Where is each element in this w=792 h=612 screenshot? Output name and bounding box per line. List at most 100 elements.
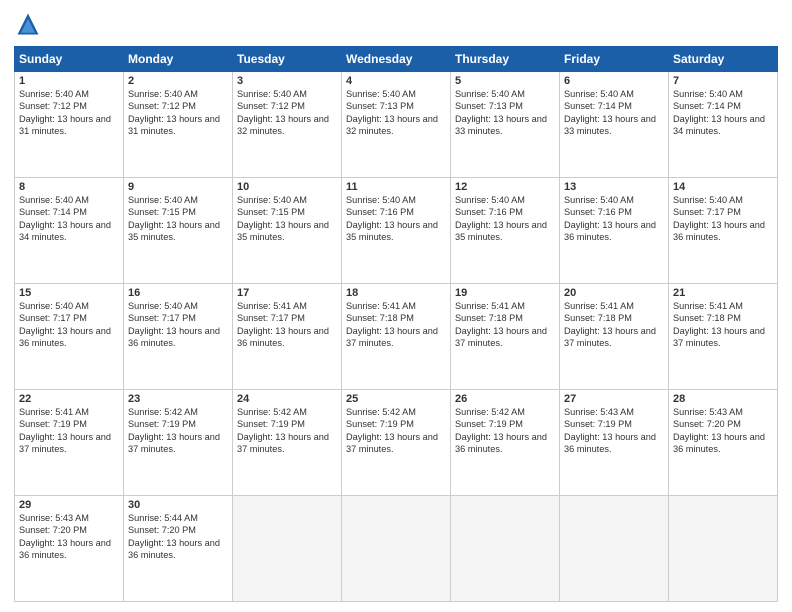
sunrise-label: Sunrise: 5:40 AM	[19, 301, 89, 311]
daylight-label: Daylight: 13 hours and 32 minutes.	[237, 114, 329, 136]
table-cell: 12 Sunrise: 5:40 AM Sunset: 7:16 PM Dayl…	[451, 178, 560, 284]
day-number: 24	[237, 393, 337, 405]
table-cell: 23 Sunrise: 5:42 AM Sunset: 7:19 PM Dayl…	[124, 390, 233, 496]
sunrise-label: Sunrise: 5:40 AM	[237, 195, 307, 205]
table-cell: 9 Sunrise: 5:40 AM Sunset: 7:15 PM Dayli…	[124, 178, 233, 284]
sunset-label: Sunset: 7:20 PM	[19, 525, 87, 535]
table-cell: 22 Sunrise: 5:41 AM Sunset: 7:19 PM Dayl…	[15, 390, 124, 496]
sunset-label: Sunset: 7:15 PM	[128, 207, 196, 217]
sunset-label: Sunset: 7:16 PM	[455, 207, 523, 217]
sunrise-label: Sunrise: 5:42 AM	[455, 407, 525, 417]
day-info: Sunrise: 5:41 AM Sunset: 7:18 PM Dayligh…	[673, 300, 773, 350]
logo-icon	[14, 10, 42, 38]
day-info: Sunrise: 5:40 AM Sunset: 7:13 PM Dayligh…	[455, 88, 555, 138]
daylight-label: Daylight: 13 hours and 37 minutes.	[346, 432, 438, 454]
day-info: Sunrise: 5:40 AM Sunset: 7:16 PM Dayligh…	[455, 194, 555, 244]
table-cell: 29 Sunrise: 5:43 AM Sunset: 7:20 PM Dayl…	[15, 496, 124, 602]
daylight-label: Daylight: 13 hours and 34 minutes.	[673, 114, 765, 136]
table-cell: 30 Sunrise: 5:44 AM Sunset: 7:20 PM Dayl…	[124, 496, 233, 602]
table-cell: 14 Sunrise: 5:40 AM Sunset: 7:17 PM Dayl…	[669, 178, 778, 284]
day-number: 9	[128, 181, 228, 193]
sunset-label: Sunset: 7:19 PM	[455, 419, 523, 429]
table-cell: 3 Sunrise: 5:40 AM Sunset: 7:12 PM Dayli…	[233, 72, 342, 178]
sunrise-label: Sunrise: 5:42 AM	[128, 407, 198, 417]
day-info: Sunrise: 5:40 AM Sunset: 7:14 PM Dayligh…	[673, 88, 773, 138]
calendar-row: 8 Sunrise: 5:40 AM Sunset: 7:14 PM Dayli…	[15, 178, 778, 284]
day-info: Sunrise: 5:40 AM Sunset: 7:17 PM Dayligh…	[19, 300, 119, 350]
table-cell: 27 Sunrise: 5:43 AM Sunset: 7:19 PM Dayl…	[560, 390, 669, 496]
sunrise-label: Sunrise: 5:40 AM	[237, 89, 307, 99]
daylight-label: Daylight: 13 hours and 36 minutes.	[128, 326, 220, 348]
table-cell: 5 Sunrise: 5:40 AM Sunset: 7:13 PM Dayli…	[451, 72, 560, 178]
table-cell: 10 Sunrise: 5:40 AM Sunset: 7:15 PM Dayl…	[233, 178, 342, 284]
table-cell: 15 Sunrise: 5:40 AM Sunset: 7:17 PM Dayl…	[15, 284, 124, 390]
day-info: Sunrise: 5:41 AM Sunset: 7:18 PM Dayligh…	[564, 300, 664, 350]
daylight-label: Daylight: 13 hours and 36 minutes.	[19, 538, 111, 560]
sunrise-label: Sunrise: 5:40 AM	[346, 89, 416, 99]
day-number: 2	[128, 75, 228, 87]
sunset-label: Sunset: 7:18 PM	[564, 313, 632, 323]
daylight-label: Daylight: 13 hours and 34 minutes.	[19, 220, 111, 242]
day-number: 8	[19, 181, 119, 193]
day-info: Sunrise: 5:40 AM Sunset: 7:12 PM Dayligh…	[128, 88, 228, 138]
day-info: Sunrise: 5:40 AM Sunset: 7:17 PM Dayligh…	[673, 194, 773, 244]
daylight-label: Daylight: 13 hours and 33 minutes.	[564, 114, 656, 136]
daylight-label: Daylight: 13 hours and 35 minutes.	[346, 220, 438, 242]
sunset-label: Sunset: 7:17 PM	[673, 207, 741, 217]
table-cell	[669, 496, 778, 602]
sunrise-label: Sunrise: 5:40 AM	[128, 89, 198, 99]
day-info: Sunrise: 5:40 AM Sunset: 7:14 PM Dayligh…	[19, 194, 119, 244]
sunset-label: Sunset: 7:13 PM	[455, 101, 523, 111]
daylight-label: Daylight: 13 hours and 31 minutes.	[19, 114, 111, 136]
calendar-row: 1 Sunrise: 5:40 AM Sunset: 7:12 PM Dayli…	[15, 72, 778, 178]
day-number: 18	[346, 287, 446, 299]
day-info: Sunrise: 5:41 AM Sunset: 7:19 PM Dayligh…	[19, 406, 119, 456]
day-number: 29	[19, 499, 119, 511]
calendar-row: 22 Sunrise: 5:41 AM Sunset: 7:19 PM Dayl…	[15, 390, 778, 496]
sunrise-label: Sunrise: 5:42 AM	[346, 407, 416, 417]
sunrise-label: Sunrise: 5:41 AM	[455, 301, 525, 311]
sunset-label: Sunset: 7:13 PM	[346, 101, 414, 111]
sunset-label: Sunset: 7:16 PM	[564, 207, 632, 217]
table-cell: 18 Sunrise: 5:41 AM Sunset: 7:18 PM Dayl…	[342, 284, 451, 390]
sunset-label: Sunset: 7:16 PM	[346, 207, 414, 217]
calendar-table: Sunday Monday Tuesday Wednesday Thursday…	[14, 46, 778, 602]
daylight-label: Daylight: 13 hours and 36 minutes.	[19, 326, 111, 348]
day-number: 21	[673, 287, 773, 299]
daylight-label: Daylight: 13 hours and 31 minutes.	[128, 114, 220, 136]
sunset-label: Sunset: 7:12 PM	[128, 101, 196, 111]
sunrise-label: Sunrise: 5:40 AM	[128, 195, 198, 205]
sunrise-label: Sunrise: 5:42 AM	[237, 407, 307, 417]
sunset-label: Sunset: 7:17 PM	[128, 313, 196, 323]
daylight-label: Daylight: 13 hours and 37 minutes.	[19, 432, 111, 454]
day-info: Sunrise: 5:41 AM Sunset: 7:17 PM Dayligh…	[237, 300, 337, 350]
day-info: Sunrise: 5:40 AM Sunset: 7:14 PM Dayligh…	[564, 88, 664, 138]
table-cell: 11 Sunrise: 5:40 AM Sunset: 7:16 PM Dayl…	[342, 178, 451, 284]
table-cell	[451, 496, 560, 602]
day-info: Sunrise: 5:42 AM Sunset: 7:19 PM Dayligh…	[128, 406, 228, 456]
day-number: 17	[237, 287, 337, 299]
sunset-label: Sunset: 7:12 PM	[237, 101, 305, 111]
page: Sunday Monday Tuesday Wednesday Thursday…	[0, 0, 792, 612]
day-info: Sunrise: 5:40 AM Sunset: 7:12 PM Dayligh…	[19, 88, 119, 138]
sunset-label: Sunset: 7:14 PM	[564, 101, 632, 111]
table-cell: 6 Sunrise: 5:40 AM Sunset: 7:14 PM Dayli…	[560, 72, 669, 178]
sunrise-label: Sunrise: 5:40 AM	[673, 89, 743, 99]
daylight-label: Daylight: 13 hours and 36 minutes.	[455, 432, 547, 454]
calendar-row: 15 Sunrise: 5:40 AM Sunset: 7:17 PM Dayl…	[15, 284, 778, 390]
daylight-label: Daylight: 13 hours and 36 minutes.	[128, 538, 220, 560]
day-info: Sunrise: 5:43 AM Sunset: 7:20 PM Dayligh…	[673, 406, 773, 456]
day-info: Sunrise: 5:43 AM Sunset: 7:19 PM Dayligh…	[564, 406, 664, 456]
sunrise-label: Sunrise: 5:43 AM	[673, 407, 743, 417]
sunrise-label: Sunrise: 5:41 AM	[673, 301, 743, 311]
day-number: 23	[128, 393, 228, 405]
sunset-label: Sunset: 7:18 PM	[346, 313, 414, 323]
day-number: 16	[128, 287, 228, 299]
header-saturday: Saturday	[669, 47, 778, 72]
day-info: Sunrise: 5:42 AM Sunset: 7:19 PM Dayligh…	[346, 406, 446, 456]
sunrise-label: Sunrise: 5:40 AM	[128, 301, 198, 311]
sunset-label: Sunset: 7:18 PM	[455, 313, 523, 323]
day-number: 11	[346, 181, 446, 193]
sunrise-label: Sunrise: 5:41 AM	[237, 301, 307, 311]
table-cell	[560, 496, 669, 602]
